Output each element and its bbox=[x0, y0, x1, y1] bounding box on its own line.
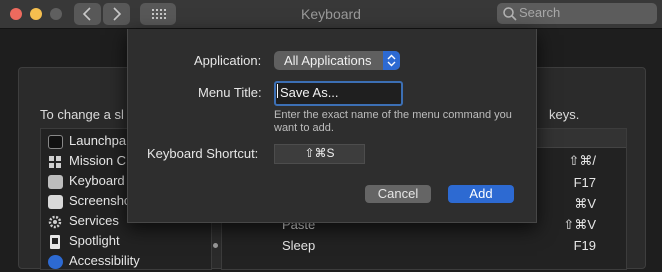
mission-control-icon bbox=[48, 155, 63, 169]
shortcut-key[interactable]: ⇧⌘/ bbox=[568, 153, 596, 169]
search-icon bbox=[503, 7, 517, 21]
shortcut-key[interactable]: F19 bbox=[574, 238, 596, 253]
keyboard-shortcut-field[interactable]: ⇧⌘S bbox=[274, 144, 365, 164]
shortcut-key[interactable]: ⇧⌘V bbox=[563, 217, 596, 233]
application-label: Application: bbox=[194, 53, 262, 68]
search-placeholder: Search bbox=[519, 5, 561, 20]
keyboard-icon bbox=[48, 175, 63, 189]
screenshot-icon bbox=[48, 195, 63, 209]
spotlight-icon bbox=[48, 235, 63, 249]
menu-title-field[interactable]: Save As... bbox=[274, 81, 403, 106]
search-field[interactable]: Search bbox=[497, 3, 657, 24]
category-label: Launchpa bbox=[69, 133, 127, 148]
instruction-text-left: To change a sl bbox=[40, 107, 124, 122]
category-label: Mission C bbox=[69, 153, 127, 168]
category-label: Keyboard bbox=[69, 173, 125, 188]
add-shortcut-sheet: Application: All Applications Menu Title… bbox=[127, 29, 537, 223]
cancel-button[interactable]: Cancel bbox=[365, 185, 431, 203]
shortcut-key[interactable]: ⌘V bbox=[574, 196, 596, 212]
launchpad-icon bbox=[48, 135, 63, 149]
gear-icon bbox=[48, 215, 63, 229]
shortcut-key[interactable]: F17 bbox=[574, 175, 596, 190]
menu-title-help: Enter the exact name of the menu command… bbox=[274, 109, 512, 134]
accessibility-icon bbox=[48, 255, 63, 269]
menu-title-value: Save As... bbox=[280, 85, 339, 100]
chevron-up-down-icon bbox=[383, 51, 400, 70]
text-caret bbox=[277, 84, 278, 98]
category-label: Screensho bbox=[69, 193, 132, 208]
menu-title-label: Menu Title: bbox=[198, 85, 262, 100]
application-value: All Applications bbox=[284, 53, 372, 68]
title-bar: Keyboard Search bbox=[0, 0, 662, 29]
keyboard-shortcut-value: ⇧⌘S bbox=[304, 146, 335, 160]
keyboard-shortcut-label: Keyboard Shortcut: bbox=[147, 146, 259, 161]
shortcut-name: Sleep bbox=[282, 238, 316, 253]
category-item-accessibility[interactable]: Accessibility bbox=[46, 252, 206, 272]
splitter-handle[interactable] bbox=[213, 243, 218, 248]
instruction-text-right: keys. bbox=[549, 107, 580, 122]
category-label: Services bbox=[69, 213, 119, 228]
category-item-spotlight[interactable]: Spotlight bbox=[46, 232, 206, 252]
category-label: Accessibility bbox=[69, 253, 140, 268]
category-label: Spotlight bbox=[69, 233, 120, 248]
add-button[interactable]: Add bbox=[448, 185, 514, 203]
application-popup[interactable]: All Applications bbox=[274, 51, 400, 70]
